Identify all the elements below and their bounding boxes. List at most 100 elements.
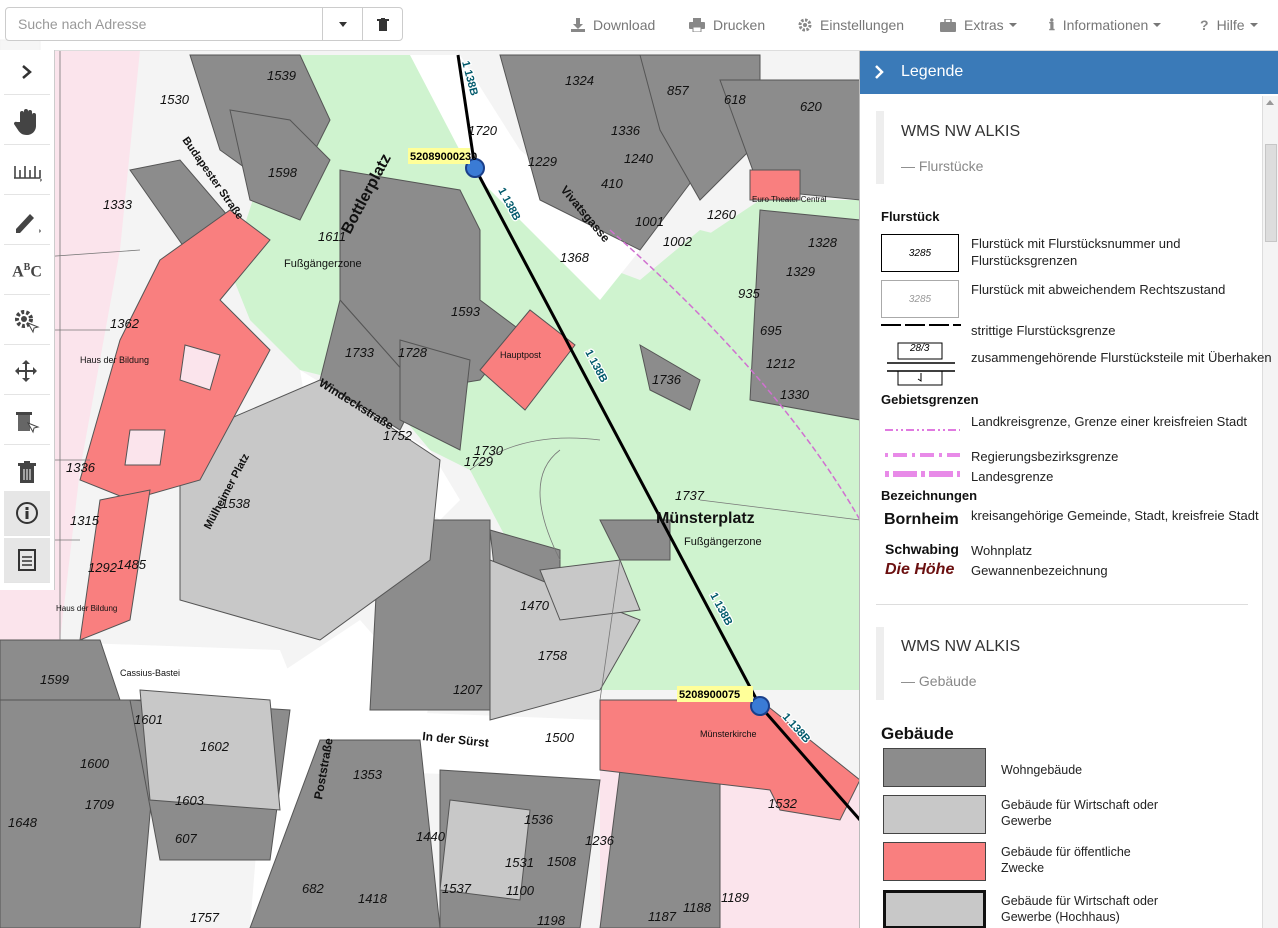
parcel-number: 1368 xyxy=(560,250,590,265)
parcel-number: 1598 xyxy=(268,165,298,180)
legend-header[interactable]: Legende xyxy=(860,51,1278,94)
delete-selection-button[interactable] xyxy=(4,400,50,445)
caret-down-icon xyxy=(1153,23,1162,27)
section-heading: Flurstück xyxy=(881,209,940,224)
label-tool-button[interactable]: ABC xyxy=(4,250,50,295)
label-sample: Die Höhe xyxy=(885,561,955,578)
state-border-symbol xyxy=(885,471,960,477)
parcel-number: 607 xyxy=(175,831,197,846)
layer-title: WMS NW ALKIS xyxy=(901,638,1021,655)
layer-marker xyxy=(876,111,884,184)
parcel-number: 1188 xyxy=(683,900,712,915)
text-abc-icon: ABC xyxy=(12,262,42,281)
parcel-number: 1736 xyxy=(652,372,682,387)
caret-down-icon xyxy=(1008,23,1017,27)
building-swatch xyxy=(883,795,986,834)
measure-tool-button[interactable] xyxy=(4,150,50,195)
parcel-number: 1362 xyxy=(110,316,140,331)
section-heading: Gebietsgrenzen xyxy=(881,392,979,407)
info-tool-button[interactable] xyxy=(4,491,50,536)
parcel-number: 1508 xyxy=(547,854,577,869)
legend-item: Gewannenbezeichnung xyxy=(971,563,1108,578)
pan-tool-button[interactable] xyxy=(4,100,50,145)
parcel-number: 1292 xyxy=(88,560,118,575)
parcel-number: 1532 xyxy=(768,796,798,811)
parcel-number: 1418 xyxy=(358,891,388,906)
parcel-number: 1500 xyxy=(545,730,575,745)
layer-subtitle: — Flurstücke xyxy=(901,158,984,174)
search-dropdown-button[interactable] xyxy=(322,8,363,40)
parcel-symbol: 3285 xyxy=(881,234,959,272)
menu-settings[interactable]: Einstellungen xyxy=(798,0,904,50)
legend-item: kreisangehörige Gemeinde, Stadt, kreisfr… xyxy=(971,508,1259,523)
zone-label: Fußgängerzone xyxy=(684,536,762,548)
toolbar-toggle-button[interactable] xyxy=(4,50,50,95)
scroll-thumb[interactable] xyxy=(1265,144,1277,242)
menu-extras[interactable]: Extras xyxy=(940,0,1017,50)
legend-scrollbar[interactable] xyxy=(1262,96,1278,928)
parcel-number: 1336 xyxy=(66,460,96,475)
settings-tool-button[interactable] xyxy=(4,300,50,345)
gear-cursor-icon xyxy=(15,310,40,334)
parcel-number: 1328 xyxy=(808,235,838,250)
menu-print[interactable]: Drucken xyxy=(689,0,765,50)
parcel-number: 1536 xyxy=(524,812,554,827)
disputed-border-symbol xyxy=(881,324,961,326)
county-border-symbol xyxy=(885,429,960,431)
building-swatch xyxy=(883,890,986,928)
legend-item: Flurstück mit Flurstücksnummer und Flurs… xyxy=(971,236,1181,268)
parcel-number: 1207 xyxy=(453,682,483,697)
menu-settings-label: Einstellungen xyxy=(820,17,905,33)
parcel-number: 1601 xyxy=(134,712,163,727)
menu-help[interactable]: ? Hilfe xyxy=(1200,0,1258,50)
gear-icon xyxy=(798,18,812,32)
hand-pan-icon xyxy=(14,109,36,135)
legend-item: Gebäude für öffentliche Zwecke xyxy=(1001,845,1131,875)
parcel-number: 1440 xyxy=(416,829,446,844)
layer-title: WMS NW ALKIS xyxy=(901,123,1021,140)
parcel-number: 1648 xyxy=(8,815,38,830)
parcel-number: 1728 xyxy=(398,345,428,360)
parcel-number: 682 xyxy=(302,881,324,896)
parcel-hook-number: 28/3 xyxy=(910,343,930,354)
search-clear-button[interactable] xyxy=(362,8,403,40)
document-icon xyxy=(18,549,36,571)
parcel-number: 1539 xyxy=(267,68,296,83)
move-tool-button[interactable] xyxy=(4,350,50,395)
legend-panel: Legende WMS NW ALKIS — Flurstücke Flurst… xyxy=(859,51,1278,928)
parcel-number: 1189 xyxy=(721,890,749,905)
legend-item: Regierungsbezirksgrenze xyxy=(971,449,1119,464)
menu-info[interactable]: ℹ Informationen xyxy=(1049,0,1162,50)
parcel-number: 618 xyxy=(724,92,746,107)
parcel-number: 1260 xyxy=(707,207,737,222)
parcel-number: 1212 xyxy=(766,356,796,371)
menu-download[interactable]: Download xyxy=(571,0,655,50)
place-label: Hauptpost xyxy=(500,350,542,360)
parcel-number: 1757 xyxy=(190,910,220,925)
draw-tool-button[interactable] xyxy=(4,200,50,245)
download-icon xyxy=(571,18,585,32)
parcel-number: 1001 xyxy=(635,214,664,229)
place-label: Haus der Bildung xyxy=(80,355,149,365)
section-heading: Gebäude xyxy=(881,724,954,743)
street-label: Münsterplatz xyxy=(656,510,755,527)
place-label: Euro Theater Central xyxy=(752,195,827,204)
parcel-number: 1752 xyxy=(383,428,413,443)
legend-item: Landkreisgrenze, Grenze einer kreisfreie… xyxy=(971,414,1248,429)
move-arrows-icon xyxy=(15,360,37,382)
parcel-number: 1733 xyxy=(345,345,375,360)
parcel-number: 1737 xyxy=(675,488,705,503)
trash-icon xyxy=(377,17,389,31)
scroll-up-icon[interactable] xyxy=(1266,100,1274,105)
parcel-number: 1593 xyxy=(451,304,481,319)
parcel-number: 695 xyxy=(760,323,782,338)
top-bar: Download Drucken Einstellungen Extras ℹ … xyxy=(0,0,1278,51)
info-icon xyxy=(16,502,38,524)
parcel-number: 1229 xyxy=(528,154,557,169)
search-input[interactable] xyxy=(6,8,346,40)
clear-all-button[interactable] xyxy=(4,450,50,495)
document-tool-button[interactable] xyxy=(4,538,50,583)
parcel-number: 1600 xyxy=(80,756,110,771)
chevron-right-icon[interactable] xyxy=(874,65,884,79)
parcel-number: 1353 xyxy=(353,767,383,782)
